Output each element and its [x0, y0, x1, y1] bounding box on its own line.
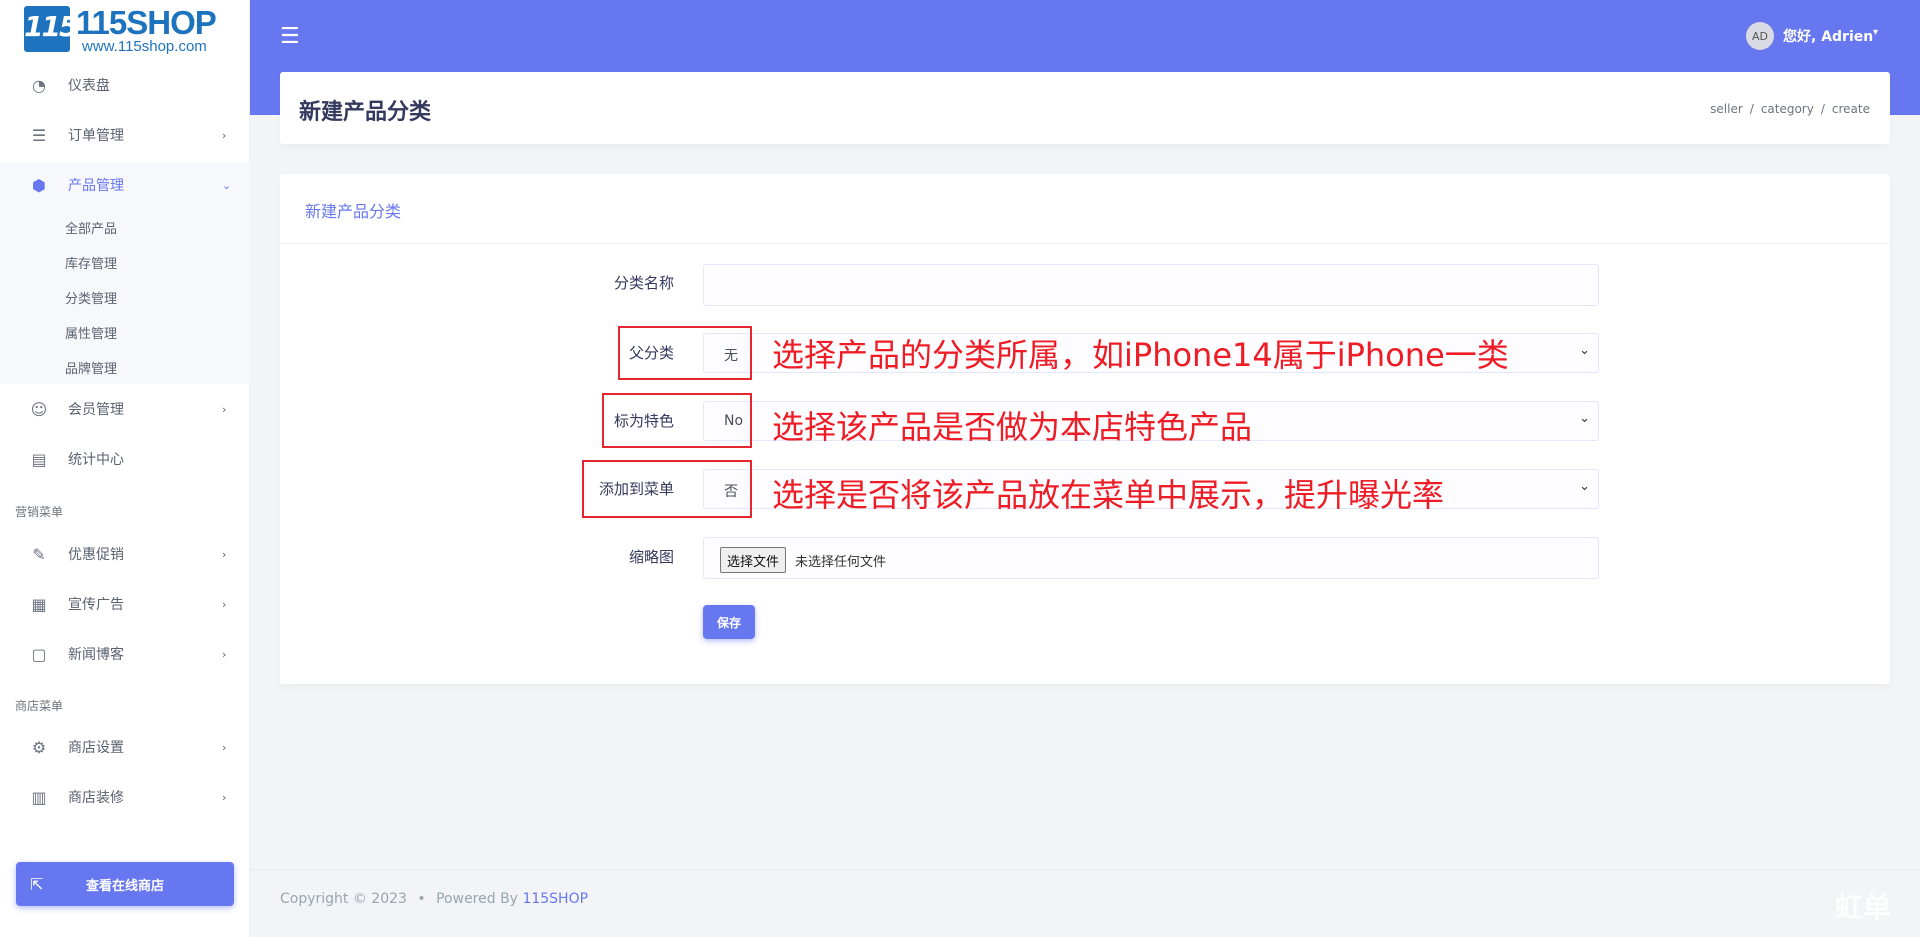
submenu-item-categories[interactable]: 分类管理 — [65, 288, 117, 307]
highlight-box — [582, 460, 752, 518]
footer-brand-link[interactable]: 115SHOP — [522, 891, 588, 907]
footer: Copyright © 2023 • Powered By 115SHOP — [280, 891, 588, 907]
breadcrumb: seller / category / create — [1710, 102, 1870, 116]
sidebar-item-stats[interactable]: ▤ 统计中心 — [0, 441, 250, 477]
submenu-item-all-products[interactable]: 全部产品 — [65, 218, 117, 237]
thumbnail-file-input[interactable]: 选择文件 未选择任何文件 — [703, 537, 1599, 579]
sidebar-item-orders[interactable]: ☰ 订单管理 › — [0, 117, 250, 153]
chevron-right-icon: › — [222, 790, 227, 804]
promotion-icon: ✎ — [32, 544, 46, 564]
annotation-parent: 选择产品的分类所属，如iPhone14属于iPhone一类 — [772, 336, 1509, 374]
sidebar-item-members[interactable]: ☺ 会员管理 › — [0, 391, 250, 427]
stats-icon: ▤ — [31, 449, 47, 469]
members-icon: ☺ — [30, 399, 48, 419]
view-store-button[interactable]: ⇱ 查看在线商店 — [16, 862, 234, 906]
submenu-item-attributes[interactable]: 属性管理 — [65, 323, 117, 342]
sidebar-item-label: 仪表盘 — [68, 78, 110, 94]
footer-divider — [250, 869, 1920, 870]
footer-bullet: • — [417, 891, 426, 907]
sidebar-item-label: 订单管理 — [68, 128, 124, 144]
sidebar-item-store-settings[interactable]: ⚙ 商店设置 › — [0, 729, 250, 765]
annotation-menu: 选择是否将该产品放在菜单中展示，提升曝光率 — [772, 476, 1445, 514]
sidebar-item-label: 商店设置 — [68, 740, 124, 756]
save-button[interactable]: 保存 — [703, 605, 755, 639]
chevron-right-icon: › — [222, 597, 227, 611]
page-title: 新建产品分类 — [299, 100, 432, 125]
sidebar-item-dashboard[interactable]: ◔ 仪表盘 — [0, 67, 250, 103]
sidebar-item-promotions[interactable]: ✎ 优惠促销 › — [0, 536, 250, 572]
brand-logo[interactable]: 115 115SHOP www.115shop.com — [24, 4, 234, 55]
card-title: 新建产品分类 — [305, 202, 402, 221]
breadcrumb-item[interactable]: seller — [1710, 102, 1743, 116]
sidebar-item-blog[interactable]: ▢ 新闻博客 › — [0, 636, 250, 672]
blog-icon: ▢ — [31, 644, 47, 664]
powered-by-text: Powered By — [436, 891, 518, 907]
watermark: 虹单 — [1835, 891, 1892, 924]
category-name-label: 分类名称 — [613, 274, 674, 292]
no-file-text: 未选择任何文件 — [795, 555, 887, 570]
sidebar: 115 115SHOP www.115shop.com ◔ 仪表盘 ☰ 订单管理… — [0, 0, 250, 937]
category-name-input[interactable] — [703, 264, 1599, 306]
orders-icon: ☰ — [31, 125, 47, 145]
copyright-text: Copyright © 2023 — [280, 891, 407, 907]
chevron-right-icon: › — [222, 128, 227, 142]
submenu-item-inventory[interactable]: 库存管理 — [65, 253, 117, 272]
chevron-down-icon: ⌄ — [1579, 343, 1590, 358]
sidebar-item-label: 统计中心 — [68, 452, 124, 468]
highlight-box — [618, 326, 752, 380]
hamburger-menu-icon[interactable]: ☰ — [280, 24, 300, 49]
sidebar-item-label: 新闻博客 — [68, 647, 124, 663]
thumbnail-label: 缩略图 — [628, 548, 674, 566]
annotation-featured: 选择该产品是否做为本店特色产品 — [772, 408, 1253, 446]
sidebar-item-label: 会员管理 — [68, 402, 124, 418]
chevron-down-icon: ⌄ — [1579, 411, 1590, 426]
sidebar-item-label: 商店装修 — [68, 790, 124, 806]
sidebar-item-label: 优惠促销 — [68, 547, 124, 563]
highlight-box — [602, 393, 752, 448]
card-header: 新建产品分类 — [280, 174, 1890, 244]
breadcrumb-item[interactable]: category — [1761, 102, 1814, 116]
section-title-store: 商店菜单 — [15, 699, 64, 713]
chevron-right-icon: › — [222, 647, 227, 661]
sidebar-item-products[interactable]: ⬢ 产品管理 ⌄ — [0, 167, 250, 203]
gear-icon: ⚙ — [31, 737, 47, 757]
chevron-right-icon: › — [222, 402, 227, 416]
page-title-card: 新建产品分类 seller / category / create — [280, 72, 1890, 144]
section-title-marketing: 营销菜单 — [15, 505, 64, 519]
choose-file-button[interactable]: 选择文件 — [720, 547, 787, 573]
user-greeting[interactable]: 您好, Adrien — [1783, 26, 1873, 46]
ads-icon: ▦ — [31, 594, 47, 614]
submenu-item-brands[interactable]: 品牌管理 — [65, 358, 117, 377]
chevron-down-icon: ⌄ — [1579, 479, 1590, 494]
products-icon: ⬢ — [32, 175, 46, 195]
caret-down-icon[interactable]: ▾ — [1873, 27, 1878, 38]
chevron-right-icon: › — [222, 740, 227, 754]
chevron-down-icon: ⌄ — [222, 178, 232, 192]
dashboard-icon: ◔ — [32, 75, 46, 95]
logo-url: www.115shop.com — [82, 38, 207, 55]
sidebar-item-ads[interactable]: ▦ 宣传广告 › — [0, 586, 250, 622]
chevron-right-icon: › — [222, 547, 227, 561]
logo-text: 115SHOP — [76, 4, 217, 41]
store-icon: ▥ — [31, 787, 47, 807]
sidebar-item-label: 宣传广告 — [68, 597, 124, 613]
sidebar-item-label: 产品管理 — [68, 178, 124, 194]
logo-mark: 115 — [24, 6, 78, 52]
breadcrumb-item: create — [1831, 102, 1870, 116]
sidebar-item-store-decoration[interactable]: ▥ 商店装修 › — [0, 779, 250, 815]
avatar[interactable]: AD — [1746, 22, 1774, 50]
